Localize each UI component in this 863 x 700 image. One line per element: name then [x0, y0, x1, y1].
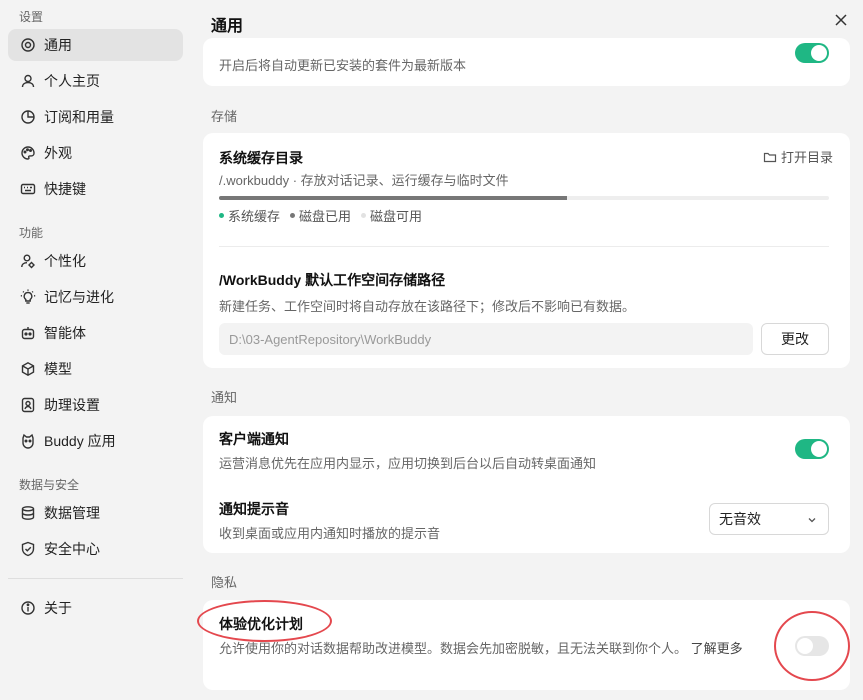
- pie-chart-icon: [20, 109, 36, 125]
- section-title-features: 功能: [19, 226, 44, 240]
- client-notify-desc: 运营消息优先在应用内显示，应用切换到后台以后自动转桌面通知: [219, 456, 597, 471]
- sidebar-item-label: 外观: [44, 145, 72, 161]
- section-title-settings: 设置: [19, 10, 44, 24]
- storage-card: 系统缓存目录 打开目录 /.workbuddy · 存放对话记录、运行缓存与临时…: [203, 133, 850, 368]
- workspace-path-input[interactable]: [219, 323, 753, 355]
- sidebar-item-label: 订阅和用量: [44, 109, 114, 125]
- sidebar-item-subscription[interactable]: 订阅和用量: [8, 101, 183, 133]
- assistant-icon: [20, 397, 36, 413]
- sidebar-item-profile[interactable]: 个人主页: [8, 65, 183, 97]
- legend-label: 系统缓存: [228, 209, 281, 224]
- legend-disk-free: 磁盘可用: [361, 206, 422, 225]
- experience-program-desc: 允许使用你的对话数据帮助改进模型。数据会先加密脱敏，且无法关联到你个人。 了解更…: [219, 638, 775, 660]
- info-icon: [20, 600, 36, 616]
- cache-dir-desc: /.workbuddy · 存放对话记录、运行缓存与临时文件: [219, 173, 509, 188]
- chevron-down-icon: [808, 518, 816, 523]
- sidebar-item-about[interactable]: 关于: [8, 592, 183, 624]
- sidebar-item-label: 安全中心: [44, 541, 100, 557]
- sidebar-item-label: 关于: [44, 600, 72, 616]
- legend-dot: [361, 213, 367, 218]
- legend-disk-used: 磁盘已用: [290, 206, 351, 225]
- toggle-knob: [811, 45, 827, 61]
- privacy-group-label: 隐私: [211, 575, 238, 590]
- toggle-knob: [797, 638, 813, 654]
- folder-icon: [763, 152, 777, 162]
- storage-group-label: 存储: [211, 109, 238, 124]
- sidebar-item-general[interactable]: 通用: [8, 29, 183, 61]
- experience-program-title: 体验优化计划: [219, 616, 303, 632]
- settings-panel: 通用 开启后将自动更新已安装的套件为最新版本 存储 系统缓存目录 打开目录 /.…: [192, 0, 863, 700]
- sidebar-item-assistant[interactable]: 助理设置: [8, 389, 183, 421]
- sidebar-item-label: Buddy 应用: [44, 433, 116, 449]
- sidebar-item-label: 模型: [44, 361, 72, 377]
- robot-icon: [20, 325, 36, 341]
- legend-dot: [290, 213, 296, 218]
- disk-legend: 系统缓存 磁盘已用 磁盘可用: [219, 206, 422, 225]
- sidebar-item-label: 助理设置: [44, 397, 100, 413]
- client-notify-title: 客户端通知: [219, 431, 289, 447]
- notify-sound-desc: 收到桌面或应用内通知时播放的提示音: [219, 526, 441, 541]
- keyboard-icon: [20, 181, 36, 197]
- legend-label: 磁盘已用: [299, 209, 352, 224]
- close-icon: [835, 14, 847, 26]
- sidebar-item-memory[interactable]: 记忆与进化: [8, 281, 183, 313]
- sidebar-item-label: 个人主页: [44, 73, 100, 89]
- workspace-path-desc: 新建任务、工作空间时将自动存放在该路径下；修改后不影响已有数据。: [219, 299, 636, 314]
- workspace-path-title: /WorkBuddy 默认工作空间存储路径: [219, 272, 446, 288]
- notify-sound-select[interactable]: 无音效: [709, 503, 829, 535]
- toggle-knob: [811, 441, 827, 457]
- learn-more-link[interactable]: 了解更多: [691, 641, 743, 656]
- legend-label: 磁盘可用: [370, 209, 423, 224]
- sidebar-item-shortcuts[interactable]: 快捷键: [8, 173, 183, 205]
- sidebar-item-appearance[interactable]: 外观: [8, 137, 183, 169]
- card-divider: [219, 246, 829, 247]
- notify-card: 客户端通知 运营消息优先在应用内显示，应用切换到后台以后自动转桌面通知 通知提示…: [203, 416, 850, 553]
- auto-update-card: 开启后将自动更新已安装的套件为最新版本: [203, 38, 850, 86]
- cube-icon: [20, 361, 36, 377]
- sidebar-item-data-management[interactable]: 数据管理: [8, 497, 183, 529]
- sidebar: 设置 通用 个人主页 订阅和用量 外观 快捷键 功能 个性化 记忆与进化 智能体…: [0, 0, 192, 700]
- lightbulb-icon: [20, 289, 36, 305]
- database-icon: [20, 505, 36, 521]
- sidebar-item-label: 数据管理: [44, 505, 100, 521]
- palette-icon: [20, 145, 36, 161]
- sidebar-item-security-center[interactable]: 安全中心: [8, 533, 183, 565]
- shield-check-icon: [20, 541, 36, 557]
- auto-update-desc: 开启后将自动更新已安装的套件为最新版本: [219, 58, 467, 73]
- auto-update-toggle[interactable]: [795, 43, 829, 63]
- client-notify-toggle[interactable]: [795, 439, 829, 459]
- page-title: 通用: [211, 18, 244, 35]
- experience-program-toggle[interactable]: [795, 636, 829, 656]
- close-button[interactable]: [831, 10, 851, 30]
- open-dir-button[interactable]: 打开目录: [763, 147, 833, 166]
- sidebar-item-model[interactable]: 模型: [8, 353, 183, 385]
- buddy-icon: [20, 433, 36, 449]
- user-icon: [20, 73, 36, 89]
- open-dir-label: 打开目录: [780, 150, 833, 165]
- section-title-data-security: 数据与安全: [19, 478, 80, 492]
- privacy-card: 体验优化计划 允许使用你的对话数据帮助改进模型。数据会先加密脱敏，且无法关联到你…: [203, 600, 850, 690]
- sidebar-item-buddy-apps[interactable]: Buddy 应用: [8, 425, 183, 457]
- notify-sound-value: 无音效: [719, 511, 761, 527]
- sidebar-divider: [8, 578, 183, 579]
- legend-dot: [219, 213, 224, 218]
- sidebar-item-label: 快捷键: [44, 181, 86, 197]
- legend-system-cache: 系统缓存: [219, 206, 280, 225]
- disk-usage-bar: [219, 196, 829, 200]
- sidebar-item-label: 个性化: [44, 253, 86, 269]
- change-path-button[interactable]: 更改: [761, 323, 829, 355]
- user-settings-icon: [20, 253, 36, 269]
- sidebar-item-label: 智能体: [44, 325, 86, 341]
- disk-usage-fill: [219, 196, 567, 200]
- cache-dir-title: 系统缓存目录: [219, 150, 303, 166]
- experience-desc-text: 允许使用你的对话数据帮助改进模型。数据会先加密脱敏，且无法关联到你个人。: [219, 641, 688, 656]
- notify-sound-title: 通知提示音: [219, 501, 289, 517]
- sidebar-item-agent[interactable]: 智能体: [8, 317, 183, 349]
- target-icon: [20, 37, 36, 53]
- sidebar-item-label: 通用: [44, 37, 72, 53]
- sidebar-item-label: 记忆与进化: [44, 289, 114, 305]
- sidebar-item-personalization[interactable]: 个性化: [8, 245, 183, 277]
- notify-group-label: 通知: [211, 390, 238, 405]
